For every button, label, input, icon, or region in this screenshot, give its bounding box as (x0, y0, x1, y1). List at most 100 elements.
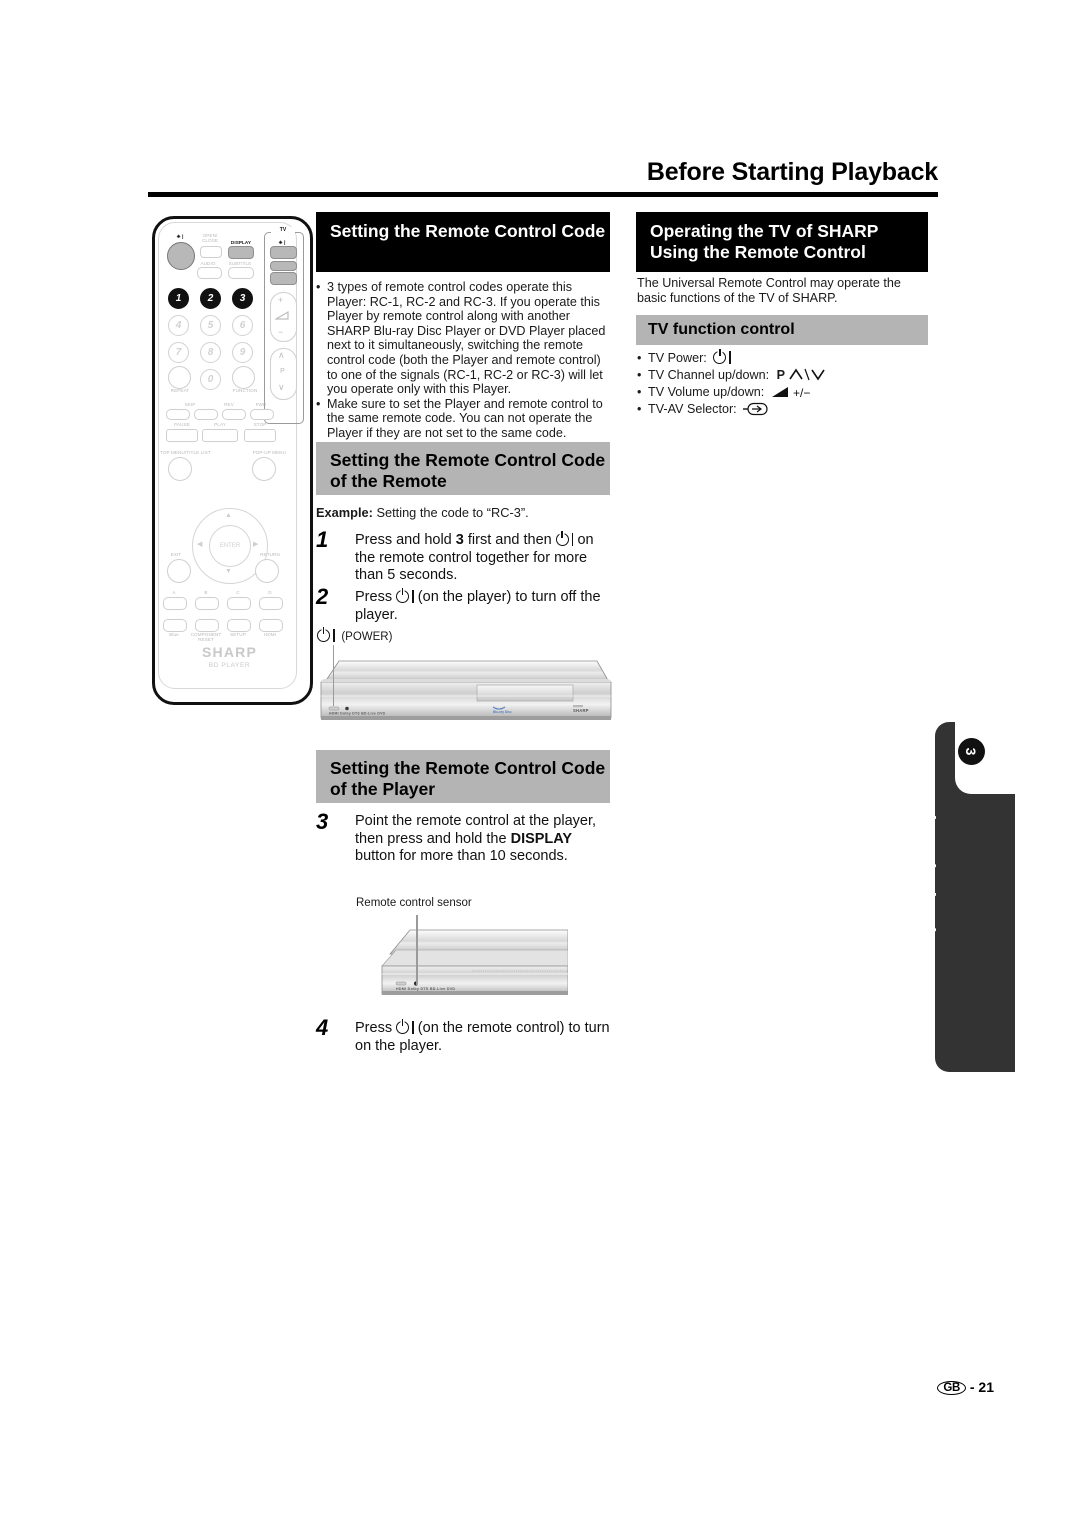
step-text-before: Press (355, 1020, 397, 1036)
page-title: Before Starting Playback (646, 158, 938, 186)
tv-power-label: TV Power: (648, 351, 707, 365)
remote-pause-label: PAUSE (174, 422, 190, 427)
power-icon (555, 531, 574, 547)
remote-power-label: ⎈┃ (176, 234, 186, 239)
power-caption-text: (POWER) (341, 631, 393, 643)
remote-return-label: RETURN (260, 552, 280, 557)
remote-component-reset-button[interactable] (195, 619, 219, 632)
side-tab-chapter-badge: 3 (958, 738, 985, 765)
remote-number-2[interactable]: 2 (200, 288, 221, 309)
remote-hdmi-label: HDMI (263, 632, 277, 637)
volume-icon: +/− (771, 386, 810, 400)
section-header-code-of-the-remote: Setting the Remote Control Code of the R… (316, 442, 610, 495)
remote-blue-button[interactable] (163, 619, 187, 632)
power-icon (396, 588, 414, 604)
list-item-tv-volume: TV Volume up/down: +/− (637, 384, 929, 400)
power-callout: (POWER) (317, 627, 393, 643)
remote-sub-brand-label: BD PLAYER (208, 662, 251, 669)
remote-b-button[interactable] (195, 597, 219, 610)
page-number: - 21 (969, 1379, 994, 1395)
remote-tv-av-icon-button[interactable] (270, 261, 297, 271)
remote-top-menu-button[interactable] (168, 457, 192, 481)
remote-number-4[interactable]: 4 (168, 315, 189, 336)
dpad-right-icon: ▶ (253, 541, 259, 548)
svg-text:HDMI Dolby DTS BD-Live DVD: HDMI Dolby DTS BD-Live DVD (329, 712, 386, 716)
remote-play-button[interactable] (202, 429, 238, 442)
power-icon (713, 349, 731, 365)
remote-pause-button[interactable] (166, 429, 198, 442)
remote-stop-button[interactable] (244, 429, 276, 442)
av-input-icon (743, 402, 768, 416)
remote-top-menu-label: TOP MENU/TITLE LIST (160, 450, 211, 455)
remote-fwd-label: FWD (255, 402, 267, 407)
example-line: Example: Setting the code to “RC-3”. (316, 505, 610, 521)
remote-repeat-button[interactable] (168, 366, 191, 389)
region-badge: GB (937, 1381, 966, 1395)
list-item: 3 types of remote control codes operate … (316, 280, 612, 397)
remote-audio-button[interactable] (197, 267, 222, 279)
volume-minus-icon: − (278, 327, 284, 337)
remote-brand-logo: SHARP (201, 644, 257, 660)
list-item-tv-channel: TV Channel up/down: P (637, 367, 929, 383)
remote-component-reset-label: COMPONENT RESET (190, 632, 222, 642)
svg-text:+/−: +/− (793, 386, 810, 399)
remote-fwd-button[interactable] (250, 409, 274, 420)
example-text: Setting the code to “RC-3”. (372, 505, 529, 520)
remote-number-6[interactable]: 6 (232, 315, 253, 336)
list-item-tv-av-selector: TV-AV Selector: (637, 401, 929, 417)
remote-d-button[interactable] (259, 597, 283, 610)
remote-hdmi-button[interactable] (259, 619, 283, 632)
section-header-tv-function-control: TV function control (636, 315, 928, 345)
volume-plus-icon: + (278, 295, 284, 305)
step-number: 2 (316, 584, 329, 609)
remote-number-3[interactable]: 3 (232, 288, 253, 309)
tv-function-list: TV Power: TV Channel up/down: P TV Volum… (637, 349, 929, 418)
step-text-before: Press (355, 589, 397, 605)
remote-power-button[interactable] (167, 242, 195, 270)
remote-function-button[interactable] (232, 366, 255, 389)
remote-c-button[interactable] (227, 597, 251, 610)
remote-repeat-label: REPEAT (170, 388, 190, 393)
remote-open-close-button[interactable] (200, 246, 222, 258)
step-text-mid: first and then (463, 532, 556, 548)
player-sensor-illustration: HDMI Dolby DTS BD-Live DVD (381, 929, 568, 995)
remote-skip-back-button[interactable] (166, 409, 190, 420)
remote-a-button[interactable] (163, 597, 187, 610)
svg-text:HDMI Dolby DTS BD-Live DVD: HDMI Dolby DTS BD-Live DVD (396, 987, 455, 991)
step-4: 4 Press (on the remote control) to turn … (316, 1015, 610, 1055)
step-bold-key: DISPLAY (510, 830, 573, 847)
power-icon (396, 1019, 414, 1035)
remote-play-label: PLAY (214, 422, 226, 427)
remote-tv-power-button[interactable] (270, 246, 297, 259)
remote-display-label: DISPLAY (230, 240, 252, 245)
channel-down-icon: ∨ (278, 382, 285, 392)
remote-exit-button[interactable] (167, 559, 191, 583)
remote-setup-button[interactable] (227, 619, 251, 632)
remote-number-5[interactable]: 5 (200, 315, 221, 336)
step-number: 1 (316, 527, 329, 552)
remote-skip-fwd-button[interactable] (194, 409, 218, 420)
remote-popup-menu-button[interactable] (252, 457, 276, 481)
remote-subtitle-button[interactable] (228, 267, 254, 279)
tv-operation-intro: The Universal Remote Control may operate… (637, 276, 901, 305)
dpad-down-icon: ▼ (225, 568, 232, 575)
remote-number-8[interactable]: 8 (200, 342, 221, 363)
sensor-callout-text: Remote control sensor (356, 897, 472, 909)
svg-text:SHARP: SHARP (573, 708, 589, 713)
remote-return-button[interactable] (255, 559, 279, 583)
remote-skip-label: SKIP (184, 402, 196, 407)
remote-number-0[interactable]: 0 (200, 369, 221, 390)
remote-audio-label: AUDIO (200, 261, 216, 266)
remote-number-1[interactable]: 1 (168, 288, 189, 309)
remote-number-9[interactable]: 9 (232, 342, 253, 363)
remote-display-button[interactable] (228, 246, 254, 259)
channel-up-down-icon: P (776, 368, 786, 382)
remote-number-7[interactable]: 7 (168, 342, 189, 363)
remote-enter-button[interactable]: ENTER (209, 525, 251, 567)
remote-popup-menu-label: POP-UP MENU (252, 450, 286, 455)
channel-up-icon: ∧ (278, 350, 285, 360)
remote-blue-label: Blue (169, 632, 179, 637)
remote-subtitle-label: SUBTITLE (228, 261, 252, 266)
remote-rev-button[interactable] (222, 409, 246, 420)
remote-tv-av-button[interactable] (270, 272, 297, 285)
